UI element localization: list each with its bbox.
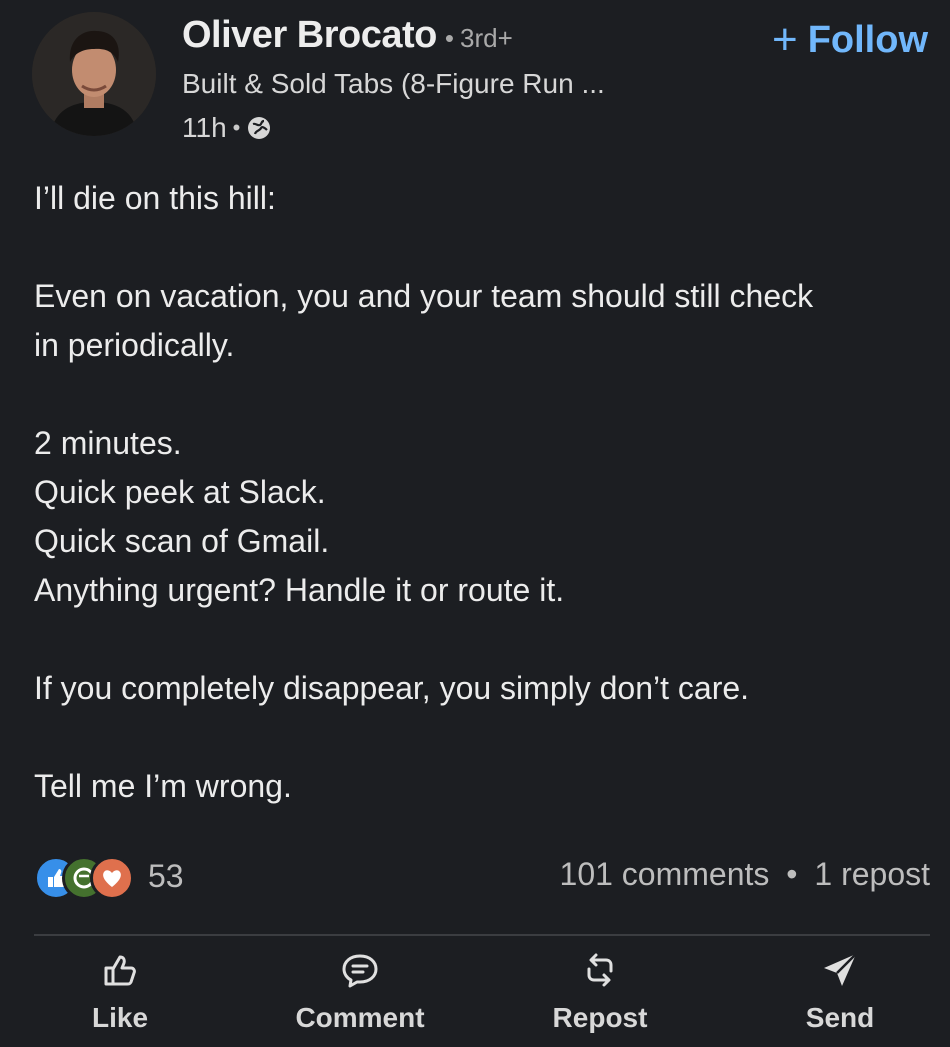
separator-dot: • <box>232 115 241 140</box>
follow-button[interactable]: + Follow <box>772 18 928 62</box>
reactions-summary[interactable]: 53 <box>34 854 184 900</box>
post-text-line: Anything urgent? Handle it or route it. <box>34 572 565 608</box>
thumbs-up-icon <box>104 955 136 986</box>
love-reaction-icon <box>90 856 134 900</box>
like-button[interactable]: Like <box>30 950 210 1034</box>
send-label: Send <box>805 1002 875 1033</box>
post-text-line: If you completely disappear, you simply … <box>34 670 750 706</box>
author-headline: Built & Sold Tabs (8-Figure Run ... <box>182 68 605 99</box>
plus-icon: + <box>771 15 798 64</box>
send-icon <box>824 953 857 986</box>
separator-dot: • <box>786 856 798 892</box>
reposts-count-link[interactable]: 1 repost <box>814 856 930 892</box>
social-counts: 53 101 comments • 1 repost <box>34 854 930 902</box>
comment-button[interactable]: Comment <box>270 950 450 1034</box>
post-text-line: Quick peek at Slack. <box>34 474 326 510</box>
post-text-line: 2 minutes. <box>34 425 182 461</box>
author-avatar[interactable] <box>32 12 156 136</box>
reaction-icons <box>34 854 138 900</box>
follow-label: Follow <box>807 18 928 61</box>
comment-icon <box>342 954 378 988</box>
send-button[interactable]: Send <box>750 950 930 1034</box>
post-text-line: Tell me I’m wrong. <box>34 768 292 804</box>
globe-icon <box>246 115 272 141</box>
post-text: I’ll die on this hill: Even on vacation,… <box>34 174 934 811</box>
post-time: 11h <box>182 112 227 143</box>
comment-label: Comment <box>295 1002 425 1033</box>
post-text-line: I’ll die on this hill: <box>34 180 276 216</box>
avatar-photo <box>32 12 156 136</box>
post-header: Oliver Brocato • 3rd+ Built & Sold Tabs … <box>0 0 950 160</box>
comments-count-link[interactable]: 101 comments <box>560 856 770 892</box>
post-text-line: Even on vacation, you and your team shou… <box>34 278 814 314</box>
divider <box>34 934 930 936</box>
reactions-count: 53 <box>148 857 184 894</box>
connection-degree: 3rd+ <box>459 23 513 53</box>
repost-button[interactable]: Repost <box>510 950 690 1034</box>
engagement-counts: 101 comments • 1 repost <box>560 856 930 893</box>
separator-dot: • <box>444 23 454 53</box>
repost-label: Repost <box>552 1002 648 1033</box>
repost-icon <box>587 953 613 987</box>
post-meta: 11h • <box>182 112 272 144</box>
post-actions: Like Comment Repost Send <box>0 950 950 1040</box>
post-text-line: in periodically. <box>34 327 235 363</box>
author-line: Oliver Brocato • 3rd+ <box>182 14 513 57</box>
author-name[interactable]: Oliver Brocato <box>182 14 437 57</box>
like-label: Like <box>91 1002 149 1033</box>
post-text-line: Quick scan of Gmail. <box>34 523 330 559</box>
